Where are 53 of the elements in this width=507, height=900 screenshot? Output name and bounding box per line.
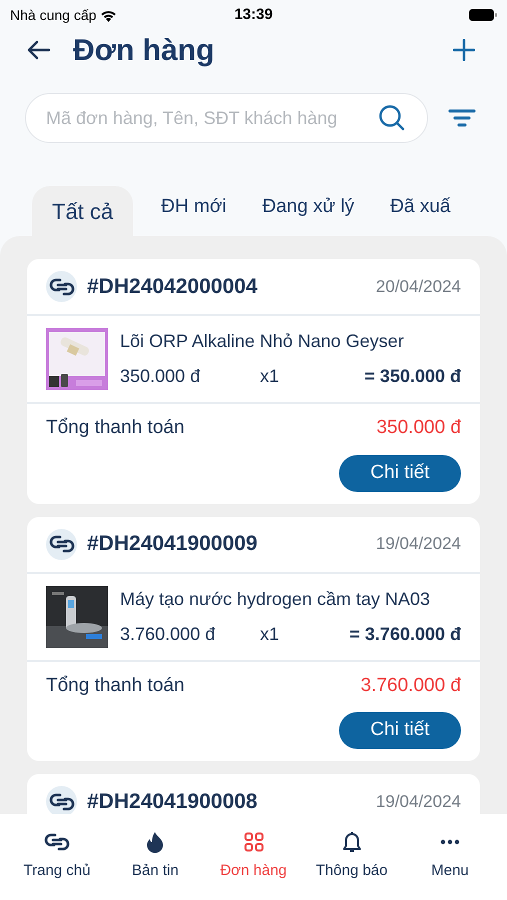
link-icon: [48, 534, 74, 554]
search-icon: [378, 104, 406, 132]
unit-price: 3.760.000 đ: [120, 622, 216, 646]
plus-icon: [453, 39, 475, 61]
quantity: x1: [260, 365, 280, 388]
tab[interactable]: Đang xử lý: [244, 186, 372, 236]
link-icon: [48, 276, 74, 296]
link-icon: [44, 832, 70, 852]
tab[interactable]: Đã xuấ: [372, 186, 468, 236]
line-total: = 350.000 đ: [364, 365, 461, 388]
tab[interactable]: ĐH mới: [143, 186, 244, 236]
order-card[interactable]: #DH24041900008 19/04/2024: [27, 774, 480, 814]
total-label: Tổng thanh toán: [46, 674, 184, 698]
tab[interactable]: Tất cả: [32, 186, 134, 236]
total-amount: 350.000 đ: [376, 416, 461, 440]
nav-tab[interactable]: Trang chủ: [12, 830, 102, 882]
quantity: x1: [260, 622, 280, 646]
order-date: 19/04/2024: [376, 533, 461, 556]
back-button[interactable]: [27, 40, 51, 60]
nav-tab[interactable]: Đơn hàng: [208, 830, 298, 882]
grid-icon: [244, 832, 264, 852]
add-button[interactable]: [453, 39, 475, 61]
bell-icon: [342, 830, 362, 854]
back-arrow-icon: [27, 40, 51, 60]
order-card[interactable]: #DH24042000004 20/04/2024 Lõi ORP Alkaline Nhỏ Nano Geyser 350.000 đ x1 = 350.000 đ Tổng thanh toán 350.000 đ Chi tiết: [27, 259, 480, 504]
nav-tab[interactable]: Bản tin: [110, 830, 200, 882]
detail-button[interactable]: Chi tiết: [339, 712, 461, 749]
wifi-icon: [100, 8, 118, 22]
order-code: #DH24041900008: [87, 788, 258, 814]
nav-tab[interactable]: Menu: [405, 830, 495, 882]
order-card[interactable]: #DH24041900009 19/04/2024 Máy tạo nước hydrogen cầm tay NA03 3.760.000 đ x1 = 3.760.000 đ Tổng thanh toán 3.760.000 đ Chi tiết: [27, 516, 480, 761]
order-code: #DH24042000004: [87, 274, 258, 300]
more-icon: [440, 839, 460, 845]
product-name: Lõi ORP Alkaline Nhỏ Nano Geyser: [120, 330, 405, 353]
search-field[interactable]: Mã đơn hàng, Tên, SĐT khách hàng: [25, 93, 428, 143]
filter-button[interactable]: [448, 108, 476, 128]
order-date: 19/04/2024: [376, 790, 461, 813]
unit-price: 350.000 đ: [120, 365, 202, 388]
filter-icon: [448, 108, 476, 128]
page-title: Đơn hàng: [73, 32, 216, 68]
total-label: Tổng thanh toán: [46, 416, 184, 440]
carrier-name: Nhà cung cấp: [10, 6, 96, 25]
line-total: = 3.760.000 đ: [349, 622, 461, 646]
order-code: #DH24041900009: [87, 531, 258, 558]
total-amount: 3.760.000 đ: [360, 674, 461, 698]
order-date: 20/04/2024: [376, 276, 461, 298]
flame-icon: [146, 831, 164, 853]
nav-tab[interactable]: Thông báo: [306, 830, 397, 882]
link-icon: [48, 792, 74, 812]
clock-time: 13:39: [234, 4, 273, 25]
detail-button[interactable]: Chi tiết: [339, 454, 461, 492]
product-name: Máy tạo nước hydrogen cầm tay NA03: [120, 588, 431, 611]
battery-icon: [469, 9, 497, 21]
